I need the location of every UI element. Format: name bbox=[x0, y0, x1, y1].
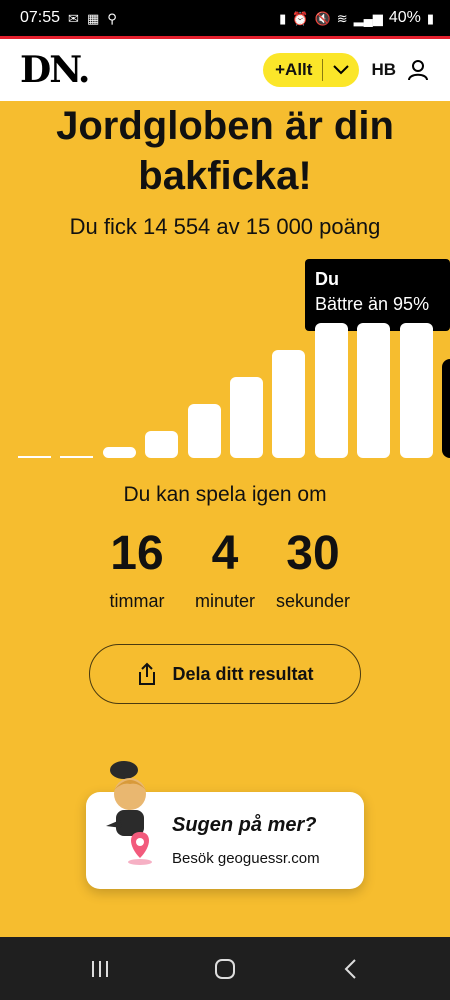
allt-label: +Allt bbox=[275, 60, 313, 79]
battery-saver-icon: ▮ bbox=[279, 10, 287, 26]
promo-subtitle: Besök geoguessr.com bbox=[172, 850, 320, 867]
play-again-label: Du kan spela igen om bbox=[123, 483, 327, 506]
status-time: 07:55 bbox=[20, 9, 61, 26]
distribution-bar bbox=[399, 323, 433, 458]
distribution-bar bbox=[272, 350, 306, 458]
countdown-seconds: 30 bbox=[286, 527, 340, 580]
share-label: Dela ditt resultat bbox=[172, 663, 314, 684]
windows-icon: ▦ bbox=[86, 10, 100, 26]
signal-icon: ▂▄▆ bbox=[353, 10, 383, 26]
distribution-bar bbox=[314, 323, 348, 458]
tooltip-title: Du bbox=[315, 269, 339, 289]
distribution-bar bbox=[357, 323, 391, 458]
allt-menu-button[interactable]: +Allt bbox=[263, 53, 360, 87]
user-icon[interactable] bbox=[406, 58, 430, 82]
chevron-down-icon bbox=[333, 65, 350, 75]
your-score-bar bbox=[442, 359, 450, 458]
seconds-label: sekunder bbox=[275, 591, 351, 611]
result-title: Jordgloben är din bakficka! bbox=[0, 101, 450, 201]
result-content: Jordgloben är din bakficka! Du fick 14 5… bbox=[0, 101, 450, 937]
back-icon[interactable] bbox=[336, 955, 366, 983]
battery-icon: ▮ bbox=[426, 10, 434, 26]
outlook-icon: ✉ bbox=[68, 10, 79, 26]
divider bbox=[322, 59, 324, 81]
battery-percent: 40% bbox=[388, 9, 421, 26]
distribution-bar bbox=[18, 456, 51, 458]
recent-apps-icon[interactable] bbox=[85, 955, 115, 983]
score-text: Du fick 14 554 av 15 000 poäng bbox=[69, 214, 381, 239]
distribution-bar bbox=[60, 456, 94, 458]
status-bar: 07:55 ✉ ▦ ⚲ ▮ ⏰ 🔇 ≋ ▂▄▆ 40% ▮ bbox=[0, 0, 450, 36]
alarm-icon: ⏰ bbox=[292, 10, 309, 26]
app-header: DN. +Allt HB bbox=[0, 39, 450, 101]
distribution-bar bbox=[230, 377, 263, 458]
share-result-button[interactable]: Dela ditt resultat bbox=[89, 644, 361, 704]
distribution-bar bbox=[102, 447, 136, 458]
user-initials[interactable]: HB bbox=[371, 60, 396, 80]
title-line-2: bakficka! bbox=[138, 154, 312, 198]
location-icon: ⚲ bbox=[107, 10, 117, 26]
distribution-bar bbox=[145, 431, 179, 458]
promo-title: Sugen på mer? bbox=[172, 814, 317, 836]
percentile-tooltip: Du Bättre än 95% bbox=[305, 259, 450, 331]
distribution-bar bbox=[187, 404, 221, 458]
home-icon[interactable] bbox=[210, 955, 240, 983]
title-line-1: Jordgloben är din bbox=[56, 104, 394, 148]
dn-logo[interactable]: DN. bbox=[20, 49, 90, 91]
system-nav-bar bbox=[0, 937, 450, 1000]
mute-icon: 🔇 bbox=[314, 10, 331, 26]
share-icon bbox=[139, 662, 156, 685]
mascot-illustration bbox=[106, 761, 152, 865]
tooltip-percentile: Bättre än 95% bbox=[315, 294, 430, 314]
wifi-icon: ≋ bbox=[336, 10, 348, 26]
